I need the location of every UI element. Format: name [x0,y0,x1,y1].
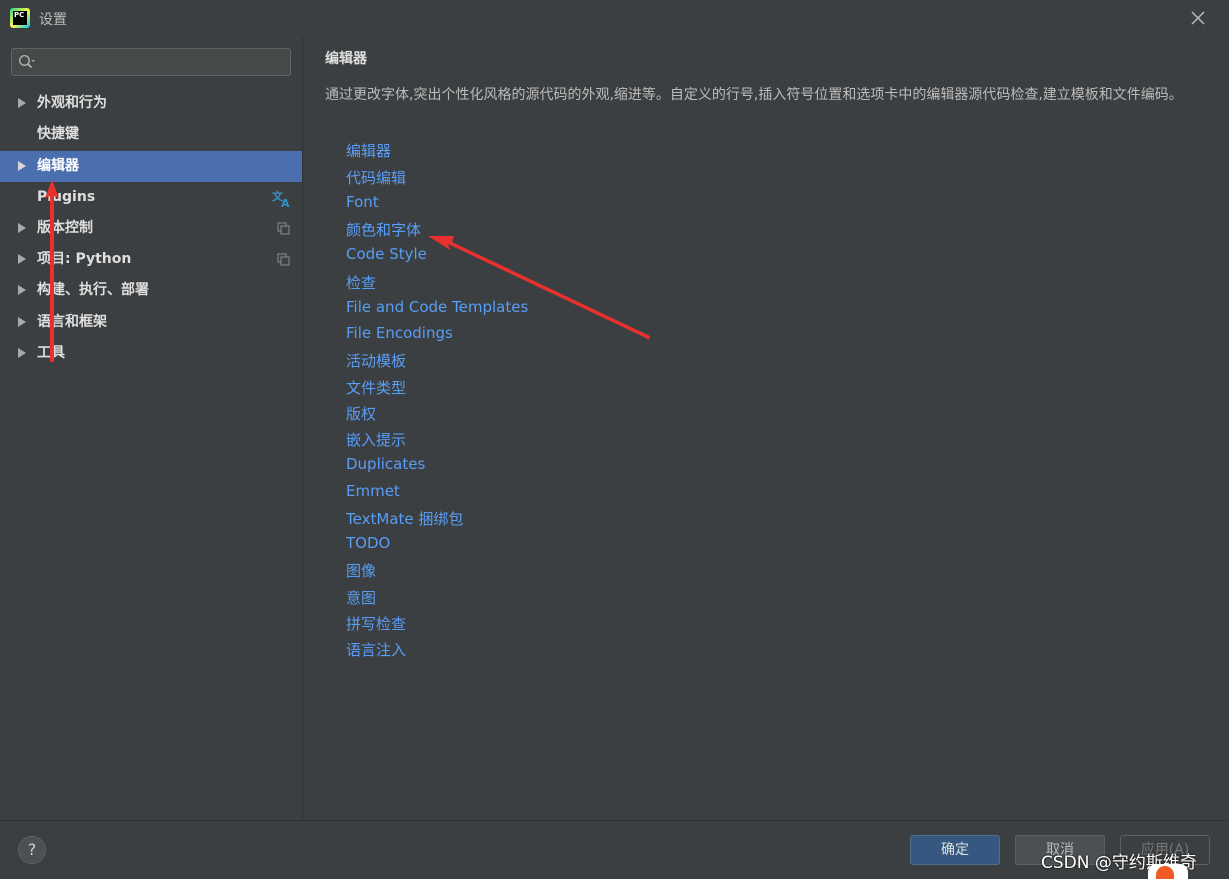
link-images[interactable]: 图像 [346,560,376,581]
sidebar-item-vcs[interactable]: 版本控制 [0,213,302,244]
sidebar-item-label: 版本控制 [37,220,93,236]
sidebar-item-editor[interactable]: 编辑器 [0,151,302,182]
link-file-types[interactable]: 文件类型 [346,377,406,398]
link-language-injections[interactable]: 语言注入 [346,639,406,660]
link-intentions[interactable]: 意图 [346,587,376,608]
help-button[interactable]: ? [18,836,46,864]
link-duplicates[interactable]: Duplicates [346,455,425,473]
expand-arrow-icon[interactable] [18,285,26,295]
link-file-encodings[interactable]: File Encodings [346,324,453,342]
page-title: 编辑器 [325,51,367,67]
sidebar-item-languages[interactable]: 语言和框架 [0,307,302,338]
link-font[interactable]: Font [346,193,379,211]
link-emmet[interactable]: Emmet [346,482,400,500]
close-button[interactable] [1186,6,1210,30]
pycharm-app-icon: PC [10,8,30,28]
expand-arrow-icon[interactable] [18,254,26,264]
link-spelling[interactable]: 拼写检查 [346,613,406,634]
link-color-scheme[interactable]: 颜色和字体 [346,219,421,240]
link-live-templates[interactable]: 活动模板 [346,350,406,371]
sidebar-item-keymap[interactable]: 快捷键 [0,119,302,150]
window-title: 设置 [39,12,67,28]
link-textmate-bundles[interactable]: TextMate 捆绑包 [346,508,463,529]
copy-icon [277,222,290,235]
search-input[interactable] [40,52,290,74]
sidebar-item-label: Plugins [37,189,96,205]
sidebar-item-label: 外观和行为 [37,95,107,111]
sidebar-item-tools[interactable]: 工具 [0,338,302,369]
sidebar-item-label: 编辑器 [37,158,79,174]
sidebar-item-label: 语言和框架 [37,314,107,330]
page-description: 通过更改字体,突出个性化风格的源代码的外观,缩进等。自定义的行号,插入符号位置和… [325,87,1183,103]
settings-dialog: PC 设置 外观和行为 快捷键 编辑器 Plugins 文 A 版本控制 项目:… [0,0,1229,879]
translate-icon: 文 A [272,189,290,208]
close-icon [1191,11,1205,25]
sidebar-item-label: 项目: Python [37,251,132,267]
sidebar-item-appearance[interactable]: 外观和行为 [0,88,302,119]
sidebar-item-label: 快捷键 [37,126,79,142]
expand-arrow-icon[interactable] [18,348,26,358]
expand-arrow-icon[interactable] [18,223,26,233]
search-icon [18,54,35,69]
link-inspections[interactable]: 检查 [346,272,376,293]
ime-icon [1148,864,1188,879]
link-code-style[interactable]: Code Style [346,245,427,263]
expand-arrow-icon[interactable] [18,317,26,327]
app-icon-text: PC [13,11,27,25]
settings-sidebar: 外观和行为 快捷键 编辑器 Plugins 文 A 版本控制 项目: Pytho… [0,36,302,820]
link-file-code-templates[interactable]: File and Code Templates [346,298,528,316]
title-bar: PC 设置 [0,0,1229,36]
link-todo[interactable]: TODO [346,534,390,552]
sidebar-item-label: 构建、执行、部署 [37,282,149,298]
sidebar-item-plugins[interactable]: Plugins 文 A [0,182,302,213]
expand-arrow-icon[interactable] [18,98,26,108]
sidebar-item-build[interactable]: 构建、执行、部署 [0,275,302,306]
link-copyright[interactable]: 版权 [346,403,376,424]
sidebar-item-project[interactable]: 项目: Python [0,244,302,275]
sidebar-item-label: 工具 [37,345,65,361]
settings-content: 编辑器 通过更改字体,突出个性化风格的源代码的外观,缩进等。自定义的行号,插入符… [302,36,1229,820]
copy-icon [277,253,290,266]
link-code-editing[interactable]: 代码编辑 [346,167,406,188]
search-box[interactable] [11,48,291,76]
expand-arrow-icon[interactable] [18,161,26,171]
link-inlay-hints[interactable]: 嵌入提示 [346,429,406,450]
ok-button[interactable]: 确定 [910,835,1000,865]
link-editor[interactable]: 编辑器 [346,140,391,161]
svg-text:A: A [281,197,290,208]
